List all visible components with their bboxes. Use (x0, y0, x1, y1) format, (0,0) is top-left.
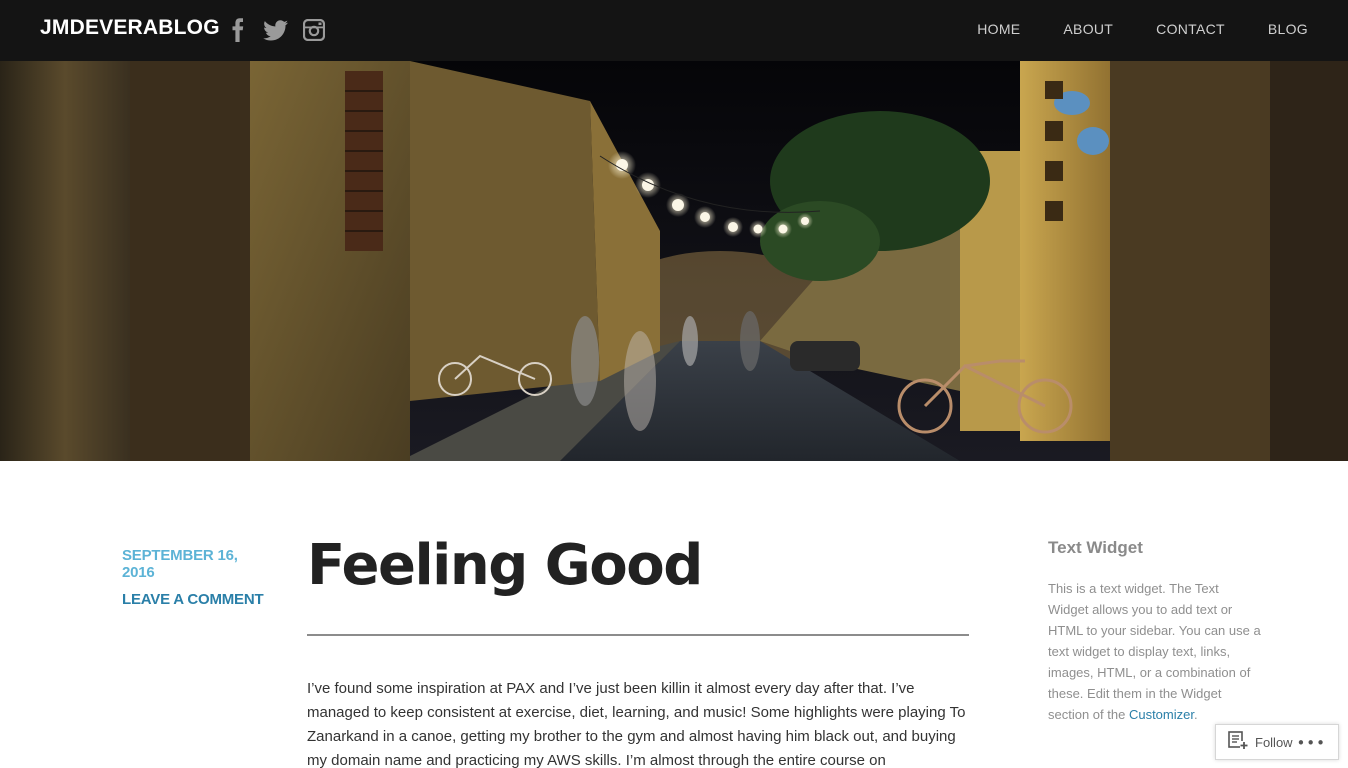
facebook-icon[interactable] (230, 17, 246, 43)
more-options-button[interactable]: ••• (1296, 734, 1326, 752)
customizer-link[interactable]: Customizer (1129, 707, 1194, 722)
text-widget-period: . (1193, 707, 1198, 722)
post-title[interactable]: Feeling Good (307, 533, 703, 598)
follow-button[interactable]: Follow ••• (1215, 724, 1339, 760)
hero-street-photo (0, 61, 1348, 461)
post-date-link[interactable]: SEPTEMBER 16, 2016 (122, 547, 272, 581)
nav-about[interactable]: ABOUT (1063, 21, 1113, 37)
follow-label: Follow (1255, 734, 1293, 750)
main-nav: HOME ABOUT CONTACT BLOG (934, 21, 1308, 37)
follow-icon (1228, 730, 1248, 754)
twitter-icon[interactable] (263, 17, 288, 43)
nav-home[interactable]: HOME (977, 21, 1020, 37)
nav-contact[interactable]: CONTACT (1156, 21, 1225, 37)
site-title[interactable]: JMDEVERABLOG (40, 16, 220, 40)
text-widget-copy: This is a text widget. The Text Widget a… (1048, 581, 1261, 722)
post-meta: SEPTEMBER 16, 2016 LEAVE A COMMENT (122, 547, 272, 608)
leave-comment-link[interactable]: LEAVE A COMMENT (122, 591, 272, 608)
text-widget-body: This is a text widget. The Text Widget a… (1048, 578, 1262, 725)
title-divider (307, 634, 969, 636)
instagram-icon[interactable] (303, 17, 325, 43)
text-widget-title: Text Widget (1048, 538, 1143, 557)
nav-blog[interactable]: BLOG (1268, 21, 1308, 37)
top-bar: JMDEVERABLOG HOME ABOUT CONTACT BLOG (0, 0, 1348, 61)
post-body: I’ve found some inspiration at PAX and I… (307, 680, 966, 768)
